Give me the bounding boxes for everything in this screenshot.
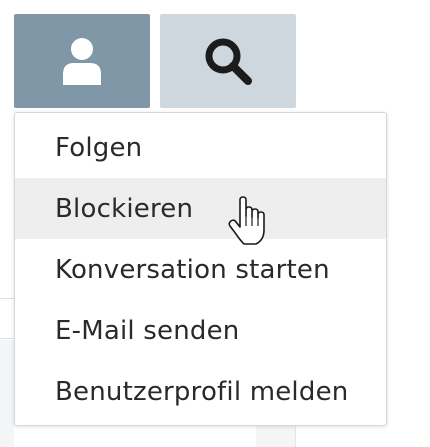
menu-item-block[interactable]: Blockieren xyxy=(15,178,386,239)
background-divider xyxy=(0,338,14,339)
background-panel xyxy=(256,426,296,447)
user-actions-dropdown: Folgen Blockieren Konversation starten E… xyxy=(14,112,387,426)
menu-item-follow[interactable]: Folgen xyxy=(15,117,386,178)
menu-item-label: Konversation starten xyxy=(55,254,330,285)
menu-item-start-conversation[interactable]: Konversation starten xyxy=(15,239,386,300)
search-icon xyxy=(205,38,252,85)
background-divider xyxy=(295,426,296,447)
user-icon xyxy=(63,38,101,85)
menu-item-report-profile[interactable]: Benutzerprofil melden xyxy=(15,361,386,422)
user-profile-button[interactable] xyxy=(14,14,150,108)
menu-item-label: Folgen xyxy=(55,132,143,163)
search-button[interactable] xyxy=(160,14,296,108)
background-panel xyxy=(0,340,14,447)
menu-item-send-email[interactable]: E-Mail senden xyxy=(15,300,386,361)
background-divider xyxy=(0,298,14,299)
menu-item-label: Blockieren xyxy=(55,193,194,224)
menu-item-label: E-Mail senden xyxy=(55,315,240,346)
menu-item-label: Benutzerprofil melden xyxy=(55,376,349,407)
